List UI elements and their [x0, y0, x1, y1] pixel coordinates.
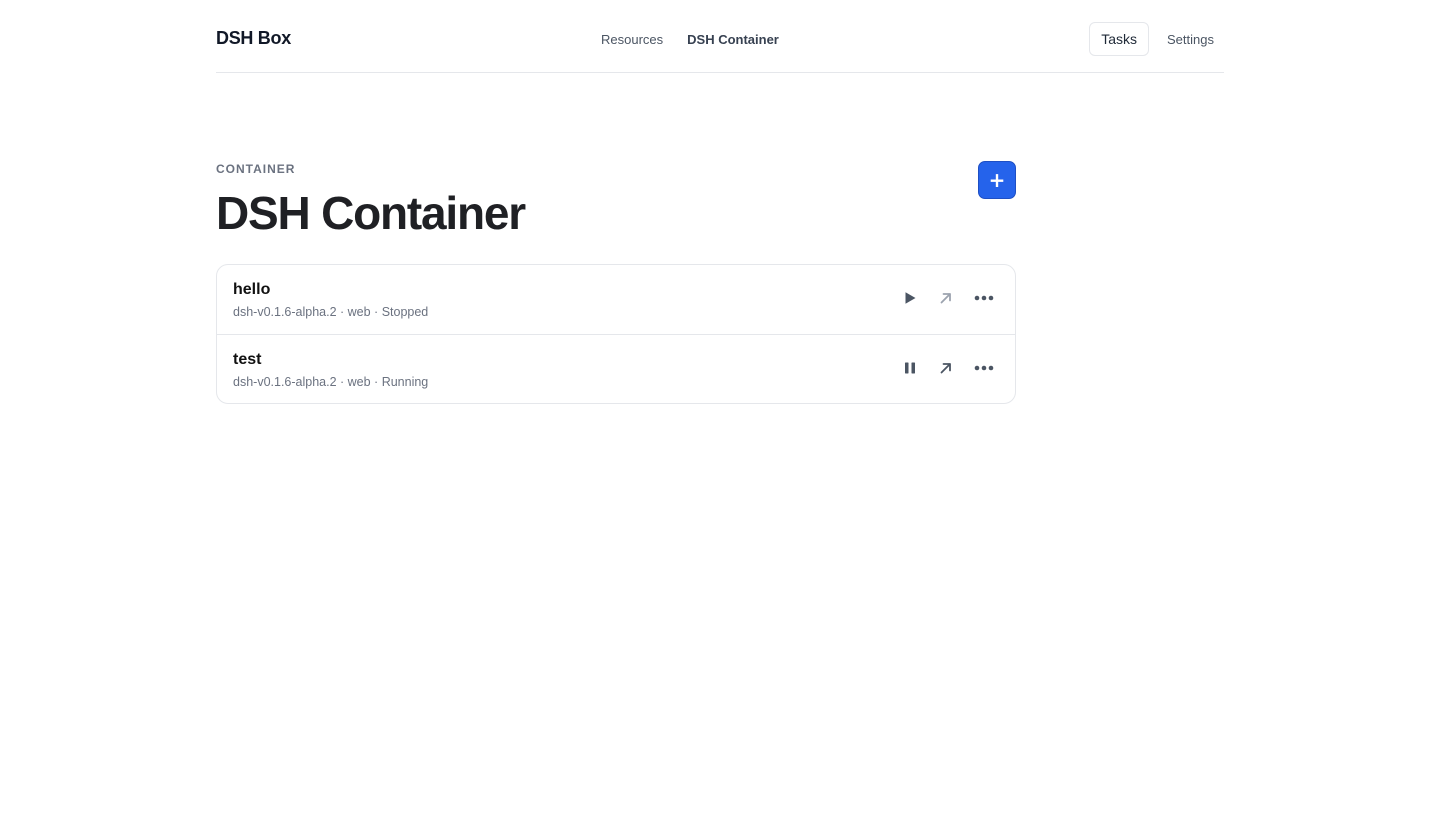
page-title: DSH Container	[216, 187, 526, 239]
main-nav: Resources DSH Container	[601, 32, 779, 47]
top-bar: DSH Box Resources DSH Container Tasks Se…	[216, 0, 1224, 73]
arrow-up-right-icon[interactable]	[935, 287, 957, 309]
row-actions	[899, 287, 997, 309]
row-actions	[899, 357, 997, 379]
tasks-button[interactable]: Tasks	[1089, 22, 1150, 56]
nav-dsh-container[interactable]: DSH Container	[687, 32, 779, 47]
section-eyebrow: CONTAINER	[216, 162, 296, 176]
container-name: test	[233, 351, 262, 368]
more-horizontal-icon[interactable]	[971, 287, 997, 309]
container-list: hello dsh-v0.1.6-alpha.2 · web · Stopped…	[216, 264, 1016, 404]
pause-icon[interactable]	[899, 357, 921, 379]
container-meta: dsh-v0.1.6-alpha.2 · web · Running	[233, 375, 429, 389]
nav-resources[interactable]: Resources	[601, 32, 663, 47]
list-item: test dsh-v0.1.6-alpha.2 · web · Running	[217, 334, 1015, 403]
settings-link[interactable]: Settings	[1167, 32, 1214, 47]
container-meta: dsh-v0.1.6-alpha.2 · web · Stopped	[233, 305, 429, 319]
arrow-up-right-icon[interactable]	[935, 357, 957, 379]
container-name: hello	[233, 281, 271, 298]
list-item: hello dsh-v0.1.6-alpha.2 · web · Stopped	[217, 265, 1015, 334]
brand-logo[interactable]: DSH Box	[216, 28, 291, 49]
header-actions: Tasks Settings	[1089, 22, 1214, 56]
more-horizontal-icon[interactable]	[971, 357, 997, 379]
play-icon[interactable]	[899, 287, 921, 309]
add-container-button[interactable]: +	[978, 161, 1016, 199]
